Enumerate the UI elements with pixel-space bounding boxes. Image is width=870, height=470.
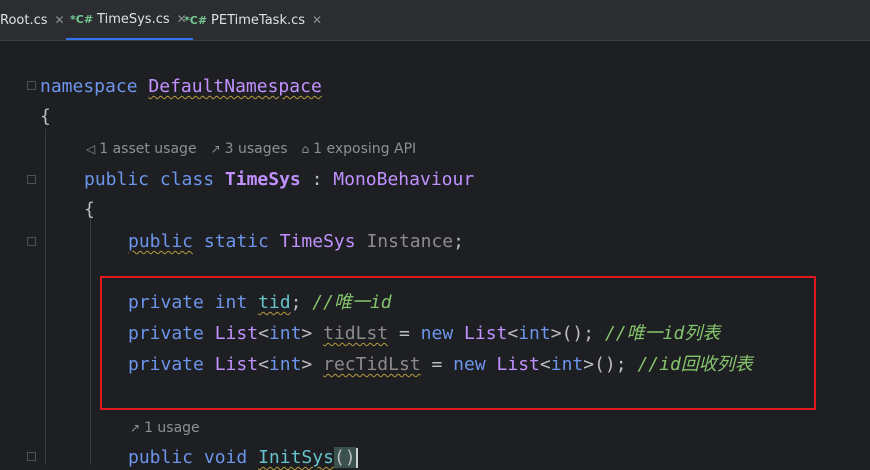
- tab-timesys-cs[interactable]: *C# TimeSys.cs ✕: [66, 0, 193, 40]
- fold-marker-icon[interactable]: [27, 452, 36, 461]
- hint-text: 1 usage: [144, 420, 200, 436]
- keyword: namespace: [40, 76, 138, 97]
- csharp-file-icon: *C#: [184, 13, 208, 27]
- code-line-brace[interactable]: {: [40, 105, 51, 129]
- field-name: Instance: [366, 231, 454, 252]
- keyword: public: [84, 169, 150, 190]
- close-icon[interactable]: ✕: [55, 13, 65, 27]
- api-icon: ⌂: [301, 142, 310, 156]
- fold-marker-icon[interactable]: [27, 81, 36, 90]
- tab-label: Root.cs: [0, 12, 48, 28]
- colon: :: [300, 169, 334, 190]
- keyword: class: [159, 169, 215, 190]
- method-usage-hints: ↗ 1 usage: [130, 420, 214, 436]
- usage-arrow-icon: ↗: [210, 142, 221, 156]
- code-line-class-decl[interactable]: public class TimeSys : MonoBehaviour: [84, 168, 474, 192]
- code-line-instance[interactable]: public static TimeSys Instance;: [128, 230, 464, 254]
- usages-hint[interactable]: ↗ 1 usage: [130, 420, 200, 436]
- exposing-api-hint[interactable]: ⌂ 1 exposing API: [302, 141, 417, 157]
- fold-marker-icon[interactable]: [27, 175, 36, 184]
- semicolon: ;: [453, 231, 464, 252]
- hint-text: 1 exposing API: [313, 141, 417, 157]
- code-editor[interactable]: namespace DefaultNamespace { ◁ 1 asset us…: [0, 41, 870, 468]
- tab-label: PETimeTask.cs: [211, 12, 306, 28]
- hint-text: 1 asset usage: [99, 141, 197, 157]
- keyword: static: [203, 231, 269, 252]
- usages-hint[interactable]: ↗ 3 usages: [211, 141, 288, 157]
- class-usage-hints: ◁ 1 asset usage ↗ 3 usages ⌂ 1 exposing API: [86, 141, 430, 157]
- csharp-file-icon: *C#: [70, 12, 94, 26]
- hint-text: 3 usages: [224, 141, 288, 157]
- fold-marker-icon[interactable]: [27, 237, 36, 246]
- namespace-name: DefaultNamespace: [148, 76, 322, 97]
- unity-icon: ◁: [86, 142, 96, 156]
- editor-tab-bar: Root.cs ✕ *C# TimeSys.cs ✕ *C# PETimeTas…: [0, 0, 870, 41]
- close-icon[interactable]: ✕: [312, 13, 322, 27]
- text-caret: [355, 448, 358, 468]
- type-name: TimeSys: [279, 231, 356, 252]
- keyword: public: [128, 231, 194, 252]
- highlight-box: [100, 276, 816, 410]
- tab-root-cs[interactable]: Root.cs ✕: [0, 0, 65, 40]
- code-line-brace[interactable]: {: [84, 198, 95, 222]
- tab-label: TimeSys.cs: [97, 11, 170, 27]
- code-line-initsys[interactable]: public void InitSys(): [128, 446, 358, 470]
- tab-petimetask-cs[interactable]: *C# PETimeTask.cs ✕: [184, 0, 322, 40]
- indent-guide: [90, 217, 91, 465]
- class-name: TimeSys: [224, 169, 301, 190]
- asset-usage-hint[interactable]: ◁ 1 asset usage: [86, 141, 197, 157]
- base-class: MonoBehaviour: [333, 169, 475, 190]
- code-line-namespace[interactable]: namespace DefaultNamespace: [40, 75, 322, 99]
- usage-arrow-icon: ↗: [130, 421, 141, 435]
- indent-guide: [45, 129, 46, 465]
